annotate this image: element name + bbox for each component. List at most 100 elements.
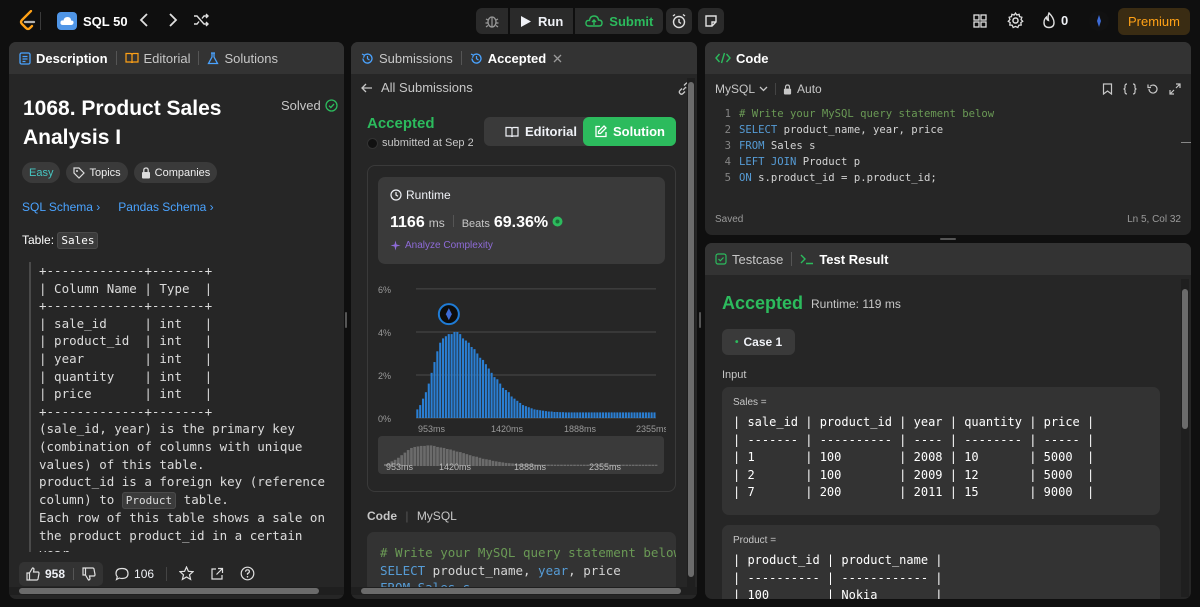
streak-counter[interactable]: 0 xyxy=(1042,12,1068,29)
reset-icon[interactable] xyxy=(1147,83,1159,95)
runtime-histogram: 0% 2% 4% 6% 953ms 1420ms 1888ms 2355ms 953ms 1420… xyxy=(378,285,666,474)
scrollbar-thumb[interactable] xyxy=(361,588,681,594)
difficulty-badge: Easy xyxy=(22,162,61,183)
shuffle-icon[interactable] xyxy=(193,13,209,27)
layout-icon[interactable] xyxy=(973,14,987,28)
code-brackets-icon xyxy=(715,52,731,64)
scrollbar-thumb[interactable] xyxy=(688,82,694,577)
problem-list-label: SQL 50 xyxy=(83,13,128,29)
run-button[interactable]: Run xyxy=(510,8,574,34)
histogram-bar xyxy=(490,372,493,418)
help-circle-icon[interactable] xyxy=(240,566,255,581)
histogram-bar xyxy=(607,412,610,418)
histogram-bar xyxy=(639,412,642,418)
code-editor-panel: Code MySQL Auto 1 # Write your MySQL quer… xyxy=(705,42,1191,235)
problem-list-button[interactable]: SQL 50 xyxy=(57,11,128,31)
comment-icon xyxy=(115,567,129,581)
code-keyword: FROM xyxy=(739,140,765,152)
pandas-schema-link[interactable]: Pandas Schema › xyxy=(118,200,213,214)
histogram-bar xyxy=(593,412,596,418)
comments-button[interactable]: 106 xyxy=(115,567,154,581)
lock-icon xyxy=(141,166,150,178)
tab-code[interactable]: Code xyxy=(715,51,769,66)
overview-bar xyxy=(654,464,658,466)
sales-input-box: Sales = | sale_id | product_id | year | … xyxy=(722,387,1160,515)
expand-icon[interactable] xyxy=(1169,83,1181,95)
debug-button[interactable] xyxy=(476,8,508,34)
tab-accepted[interactable]: Accepted xyxy=(470,51,563,66)
histogram-bar xyxy=(422,398,425,418)
leetcode-logo[interactable] xyxy=(18,10,38,32)
analyze-complexity-link[interactable]: Analyze Complexity xyxy=(390,240,493,251)
test-result-scrollbar[interactable] xyxy=(1181,279,1189,597)
histogram-bar xyxy=(444,336,447,418)
tab-divider xyxy=(460,51,462,65)
overview-bar xyxy=(560,464,563,466)
code-editor[interactable]: 1 # Write your MySQL query statement belo… xyxy=(705,108,1191,208)
overview-bar xyxy=(573,464,576,466)
language-select[interactable]: MySQL xyxy=(715,82,768,96)
scrollbar-thumb[interactable] xyxy=(19,588,319,594)
histogram-bar xyxy=(553,411,556,418)
premium-button[interactable]: Premium xyxy=(1118,8,1190,35)
like-button[interactable]: 958 xyxy=(19,561,104,586)
submit-button[interactable]: Submit xyxy=(575,8,664,34)
overview-bar xyxy=(475,456,478,466)
histogram-bar xyxy=(619,412,622,418)
notes-button[interactable] xyxy=(698,8,724,34)
scrollbar-thumb[interactable] xyxy=(1182,289,1188,429)
prev-problem-icon[interactable] xyxy=(139,13,149,27)
tab-solutions[interactable]: Solutions xyxy=(207,50,278,66)
companies-chip[interactable]: Companies xyxy=(133,162,218,183)
bookmark-icon[interactable] xyxy=(1102,83,1113,95)
code-keyword: ON xyxy=(739,172,752,184)
all-submissions-link[interactable]: All Submissions xyxy=(361,80,473,95)
histogram-bar xyxy=(416,409,419,418)
flame-icon xyxy=(1043,12,1055,29)
alarm-clock-icon xyxy=(672,13,686,29)
code-comment: # Write your MySQL query statement below xyxy=(380,545,676,560)
sql-schema-link[interactable]: SQL Schema › xyxy=(22,200,100,214)
runtime-summary[interactable]: Runtime 1166 ms Beats 69.36% Analyze Com… xyxy=(378,177,665,264)
tab-solutions-label: Solutions xyxy=(224,50,278,66)
overview-bar xyxy=(553,464,557,466)
next-problem-icon[interactable] xyxy=(168,13,178,27)
close-icon[interactable] xyxy=(553,54,562,63)
histogram-bar xyxy=(513,398,516,418)
tab-testcase[interactable]: Testcase xyxy=(715,252,783,267)
pandas-schema-label: Pandas Schema xyxy=(118,200,207,214)
tab-description[interactable]: Description xyxy=(19,51,108,66)
checkbox-icon xyxy=(715,253,727,265)
description-scrollbar[interactable] xyxy=(9,587,344,595)
tab-submissions[interactable]: Submissions xyxy=(361,51,453,66)
tab-test-result[interactable]: Test Result xyxy=(800,252,888,267)
format-braces-icon[interactable] xyxy=(1123,83,1137,95)
solution-button[interactable]: Solution xyxy=(583,117,676,146)
user-avatar[interactable] xyxy=(1089,11,1109,31)
vertical-splitter-handle[interactable] xyxy=(699,312,701,328)
editorial-button[interactable]: Editorial xyxy=(484,117,598,146)
tab-editorial[interactable]: Editorial xyxy=(124,51,190,66)
histogram-bar xyxy=(590,412,593,418)
histogram-bar xyxy=(530,408,533,418)
auto-mode-toggle[interactable]: Auto xyxy=(783,82,822,96)
histogram-bar xyxy=(627,412,630,418)
share-icon[interactable] xyxy=(210,567,224,581)
settings-gear-icon[interactable] xyxy=(1007,12,1024,29)
submission-status: Accepted xyxy=(367,115,435,132)
submission-hscrollbar[interactable] xyxy=(351,587,697,595)
case-1-tab[interactable]: • Case 1 xyxy=(722,329,796,355)
submission-scrollbar[interactable] xyxy=(687,78,695,588)
topics-chip[interactable]: Topics xyxy=(66,162,128,183)
histogram-bar xyxy=(544,411,547,418)
solved-indicator: Solved xyxy=(281,98,338,113)
submitted-code-block: # Write your MySQL query statement below… xyxy=(367,532,676,592)
histogram-bar xyxy=(473,349,476,418)
timer-button[interactable] xyxy=(666,8,692,34)
horizontal-splitter-handle[interactable] xyxy=(940,238,956,240)
vertical-splitter-handle[interactable] xyxy=(345,312,347,328)
overview-bar xyxy=(625,464,629,466)
star-icon[interactable] xyxy=(179,566,195,581)
thumbs-down-icon[interactable] xyxy=(82,566,96,581)
overview-bar xyxy=(494,461,498,466)
